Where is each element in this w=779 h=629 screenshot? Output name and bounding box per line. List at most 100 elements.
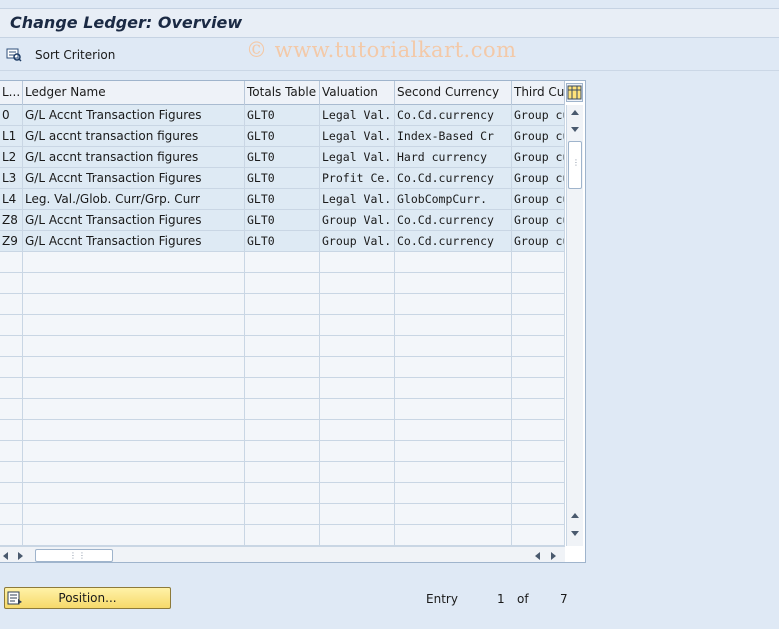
horizontal-scroll-thumb[interactable]: ⋮⋮ (35, 549, 113, 562)
cell-ledger-name[interactable]: G/L accnt transaction figures (23, 147, 245, 168)
cell-valuation[interactable]: Group Val... (320, 231, 395, 252)
cell-third-currency[interactable]: Group cu (512, 189, 565, 210)
cell-ledger-name[interactable]: G/L Accnt Transaction Figures (23, 105, 245, 126)
ledger-table: L... Ledger Name Totals Table Valuation … (0, 80, 586, 563)
cell-valuation (320, 483, 395, 504)
position-button[interactable]: Position... (4, 587, 171, 609)
cell-ledger[interactable]: 0 (0, 105, 23, 126)
cell-ledger[interactable]: L2 (0, 147, 23, 168)
cell-second-currency[interactable]: Co.Cd.currency (395, 105, 512, 126)
table-row[interactable]: L4 Leg. Val./Glob. Curr/Grp. Curr GLT0 Lega… (0, 189, 565, 210)
column-header-ledger[interactable]: L... (0, 81, 23, 105)
cell-second-currency (395, 525, 512, 546)
column-header-second-currency[interactable]: Second Currency (395, 81, 512, 105)
cell-ledger (0, 483, 23, 504)
cell-ledger[interactable]: Z9 (0, 231, 23, 252)
cell-second-currency[interactable]: Co.Cd.currency (395, 168, 512, 189)
scroll-down-icon[interactable] (571, 127, 579, 132)
scroll-right-icon[interactable] (18, 552, 23, 560)
cell-totals-table (245, 315, 320, 336)
cell-totals-table[interactable]: GLT0 (245, 168, 320, 189)
cell-second-currency (395, 273, 512, 294)
column-settings-icon[interactable] (566, 83, 583, 102)
column-header-ledger-name[interactable]: Ledger Name (23, 81, 245, 105)
cell-second-currency[interactable]: GlobCompCurr. (395, 189, 512, 210)
cell-ledger[interactable]: L3 (0, 168, 23, 189)
cell-ledger (0, 315, 23, 336)
cell-ledger-name[interactable]: G/L Accnt Transaction Figures (23, 210, 245, 231)
cell-second-currency[interactable]: Hard currency (395, 147, 512, 168)
cell-totals-table[interactable]: GLT0 (245, 105, 320, 126)
cell-second-currency (395, 399, 512, 420)
cell-ledger (0, 336, 23, 357)
column-header-valuation[interactable]: Valuation (320, 81, 395, 105)
cell-third-currency[interactable]: Group cu (512, 105, 565, 126)
cell-totals-table[interactable]: GLT0 (245, 189, 320, 210)
cell-totals-table[interactable]: GLT0 (245, 126, 320, 147)
cell-third-currency[interactable]: Group cu (512, 147, 565, 168)
cell-ledger-name[interactable]: G/L Accnt Transaction Figures (23, 168, 245, 189)
cell-ledger (0, 357, 23, 378)
cell-second-currency (395, 483, 512, 504)
scroll-down-icon[interactable] (571, 531, 579, 536)
cell-ledger[interactable]: L4 (0, 189, 23, 210)
scroll-left-icon[interactable] (3, 552, 8, 560)
scroll-up-icon[interactable] (571, 110, 579, 115)
cell-ledger-name[interactable]: G/L accnt transaction figures (23, 126, 245, 147)
table-row[interactable]: L1 G/L accnt transaction figures GLT0 Legal… (0, 126, 565, 147)
sort-icon[interactable] (6, 48, 22, 62)
scroll-up-icon[interactable] (571, 513, 579, 518)
cell-second-currency[interactable]: Co.Cd.currency (395, 231, 512, 252)
cell-ledger-name (23, 357, 245, 378)
empty-table-row (0, 294, 565, 315)
scroll-right-icon[interactable] (551, 552, 556, 560)
cell-third-currency[interactable]: Group cu (512, 210, 565, 231)
vertical-scrollbar[interactable]: ⋮ (566, 105, 583, 546)
table-row[interactable]: Z9 G/L Accnt Transaction Figures GLT0 Group… (0, 231, 565, 252)
cell-ledger-name[interactable]: G/L Accnt Transaction Figures (23, 231, 245, 252)
cell-ledger-name (23, 399, 245, 420)
vertical-scroll-thumb[interactable]: ⋮ (568, 141, 582, 189)
cell-valuation (320, 441, 395, 462)
cell-third-currency (512, 525, 565, 546)
cell-valuation[interactable]: Legal Val... (320, 126, 395, 147)
cell-second-currency[interactable]: Index-Based Cr (395, 126, 512, 147)
sort-criterion-button[interactable]: Sort Criterion (35, 48, 115, 62)
cell-totals-table[interactable]: GLT0 (245, 210, 320, 231)
cell-third-currency[interactable]: Group cu (512, 231, 565, 252)
cell-totals-table[interactable]: GLT0 (245, 147, 320, 168)
cell-third-currency[interactable]: Group cu (512, 168, 565, 189)
cell-ledger-name[interactable]: Leg. Val./Glob. Curr/Grp. Curr (23, 189, 245, 210)
table-row[interactable]: 0 G/L Accnt Transaction Figures GLT0 Legal … (0, 105, 565, 126)
cell-second-currency (395, 315, 512, 336)
cell-valuation (320, 294, 395, 315)
cell-ledger (0, 252, 23, 273)
empty-table-row (0, 252, 565, 273)
table-row[interactable]: L3 G/L Accnt Transaction Figures GLT0 Profi… (0, 168, 565, 189)
table-row[interactable]: L2 G/L accnt transaction figures GLT0 Legal… (0, 147, 565, 168)
cell-valuation[interactable]: Legal Val... (320, 105, 395, 126)
cell-valuation (320, 399, 395, 420)
table-header: L... Ledger Name Totals Table Valuation … (0, 81, 565, 105)
scroll-left-icon[interactable] (535, 552, 540, 560)
column-header-third-currency[interactable]: Third Cur (512, 81, 565, 105)
horizontal-scrollbar[interactable]: ⋮⋮ (0, 546, 565, 562)
cell-ledger[interactable]: Z8 (0, 210, 23, 231)
cell-ledger (0, 420, 23, 441)
cell-totals-table[interactable]: GLT0 (245, 231, 320, 252)
cell-valuation[interactable]: Legal Val... (320, 147, 395, 168)
cell-valuation[interactable]: Profit Ce... (320, 168, 395, 189)
cell-totals-table (245, 357, 320, 378)
table-row[interactable]: Z8 G/L Accnt Transaction Figures GLT0 Group… (0, 210, 565, 231)
cell-second-currency[interactable]: Co.Cd.currency (395, 210, 512, 231)
cell-ledger-name (23, 252, 245, 273)
column-header-totals-table[interactable]: Totals Table (245, 81, 320, 105)
cell-ledger[interactable]: L1 (0, 126, 23, 147)
cell-valuation (320, 336, 395, 357)
cell-third-currency[interactable]: Group cu (512, 126, 565, 147)
cell-third-currency (512, 378, 565, 399)
cell-totals-table (245, 504, 320, 525)
cell-valuation[interactable]: Legal Val... (320, 189, 395, 210)
cell-valuation (320, 504, 395, 525)
cell-valuation[interactable]: Group Val... (320, 210, 395, 231)
